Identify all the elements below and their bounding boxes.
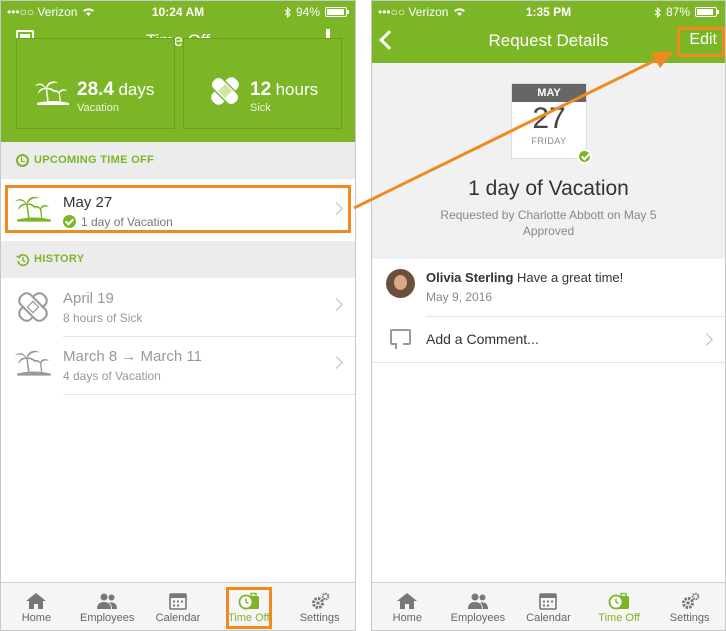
tab-label: Time Off <box>598 612 640 624</box>
palm-tree-icon <box>15 196 51 222</box>
bandage-icon <box>210 76 240 106</box>
request-headline: 1 day of Vacation <box>468 177 629 200</box>
upcoming-section-header: UPCOMING TIME OFF <box>1 142 355 179</box>
tab-label: Calendar <box>526 612 571 624</box>
add-comment-label: Add a Comment... <box>426 331 539 347</box>
history-heading: HISTORY <box>34 253 85 265</box>
time-off-header: •••○○ Verizon 10:24 AM 94% Time Off 28.4… <box>1 1 355 142</box>
chevron-right-icon <box>330 298 343 311</box>
tab-label: Home <box>21 612 52 624</box>
avatar <box>386 269 415 298</box>
calendar-day: 27 <box>532 102 566 135</box>
vacation-balance-type: Vacation <box>77 102 119 114</box>
edit-button[interactable]: Edit <box>689 31 717 49</box>
history-row[interactable]: March 8 → March 11 4 days of Vacation <box>1 337 355 395</box>
chevron-right-icon <box>330 202 343 215</box>
sick-balance-value: 12 <box>250 79 272 100</box>
upcoming-request-row[interactable]: May 27 1 day of Vacation <box>1 183 355 241</box>
tab-label: Home <box>392 612 422 624</box>
tab-settings[interactable]: Settings <box>654 583 725 630</box>
request-details-header: •••○○ Verizon 1:35 PM 87% Request Detail… <box>372 1 725 63</box>
calendar-weekday: FRIDAY <box>531 136 567 146</box>
gear-icon <box>284 592 355 610</box>
tab-calendar[interactable]: Calendar <box>143 583 214 630</box>
clock-icon <box>16 154 29 167</box>
request-status: Approved <box>522 224 575 238</box>
upcoming-request-summary: 1 day of Vacation <box>81 215 173 229</box>
status-bar: •••○○ Verizon 1:35 PM 87% <box>372 1 725 23</box>
chevron-right-icon <box>700 333 713 346</box>
tab-label: Time Off <box>228 612 270 624</box>
row-divider <box>63 394 355 395</box>
history-row-summary: 8 hours of Sick <box>63 311 143 325</box>
history-row-title: April 19 <box>63 290 114 307</box>
page-title: Request Details <box>488 31 609 50</box>
approved-check-icon <box>63 215 76 228</box>
tab-label: Employees <box>79 612 135 624</box>
add-comment-row[interactable]: Add a Comment... <box>372 317 725 363</box>
history-row-title: March 8 → March 11 <box>63 348 202 365</box>
history-section-header: HISTORY <box>1 241 355 278</box>
comment-bubble-icon <box>390 329 411 349</box>
vacation-balance-unit: days <box>118 80 155 99</box>
bluetooth-icon <box>654 6 661 18</box>
nav-bar: Request Details Edit <box>372 23 725 61</box>
calendar-icon <box>143 592 214 610</box>
tab-label: Employees <box>450 612 506 624</box>
comment-text: Have a great time! <box>517 270 624 285</box>
chevron-right-icon <box>330 356 343 369</box>
bluetooth-icon <box>284 6 291 18</box>
tab-employees[interactable]: Employees <box>72 583 143 630</box>
palm-tree-icon <box>35 81 69 105</box>
history-icon <box>16 254 30 267</box>
upcoming-heading: UPCOMING TIME OFF <box>34 154 154 166</box>
battery-percent: 94% <box>295 5 320 19</box>
tab-time-off[interactable]: Time Off <box>584 583 655 630</box>
upcoming-request-date: May 27 <box>63 194 113 211</box>
battery-icon <box>695 7 719 17</box>
home-icon <box>372 592 443 610</box>
home-icon <box>1 592 72 610</box>
sick-balance-card[interactable]: 12 hours Sick <box>183 38 342 129</box>
tab-home[interactable]: Home <box>372 583 443 630</box>
clock-suitcase-icon <box>213 592 284 610</box>
sick-balance-type: Sick <box>250 102 271 114</box>
request-summary: MAY 27 FRIDAY 1 day of Vacation Requeste… <box>372 63 725 259</box>
requested-by-text: Requested by Charlotte Abbott on May 5 <box>440 208 657 222</box>
tab-label: Settings <box>299 612 340 624</box>
calendar-month: MAY <box>512 84 586 102</box>
calendar-date-card: MAY 27 FRIDAY <box>511 83 592 164</box>
tab-bar: Home Employees Calendar Time Off Settings <box>372 582 725 630</box>
history-row[interactable]: April 19 8 hours of Sick <box>1 279 355 337</box>
comment-date: May 9, 2016 <box>426 290 493 304</box>
tab-bar: Home Employees Calendar Time Off Settings <box>1 582 355 630</box>
tab-time-off[interactable]: Time Off <box>213 583 284 630</box>
tab-label: Settings <box>669 612 710 624</box>
tab-label: Calendar <box>155 612 201 624</box>
vacation-balance-value: 28.4 <box>77 79 114 100</box>
gear-icon <box>654 592 725 610</box>
comment-item: Olivia Sterling Have a great time! May 9… <box>372 259 725 317</box>
vacation-balance-card[interactable]: 28.4 days Vacation <box>16 38 175 129</box>
clock-suitcase-icon <box>584 592 655 610</box>
request-details-screen: •••○○ Verizon 1:35 PM 87% Request Detail… <box>371 0 726 631</box>
tab-settings[interactable]: Settings <box>284 583 355 630</box>
sick-balance-unit: hours <box>275 80 319 99</box>
comment-author: Olivia Sterling <box>426 270 514 285</box>
bandage-icon <box>18 292 48 322</box>
palm-tree-icon <box>15 350 51 376</box>
tab-home[interactable]: Home <box>1 583 72 630</box>
calendar-icon <box>513 592 584 610</box>
battery-icon <box>325 7 349 17</box>
status-bar: •••○○ Verizon 10:24 AM 94% <box>1 1 355 23</box>
people-icon <box>72 592 143 610</box>
tab-employees[interactable]: Employees <box>443 583 514 630</box>
tab-calendar[interactable]: Calendar <box>513 583 584 630</box>
history-row-summary: 4 days of Vacation <box>63 369 161 383</box>
time-off-screen: •••○○ Verizon 10:24 AM 94% Time Off 28.4… <box>0 0 356 631</box>
approved-check-icon <box>577 149 592 164</box>
people-icon <box>443 592 514 610</box>
battery-percent: 87% <box>665 5 690 19</box>
